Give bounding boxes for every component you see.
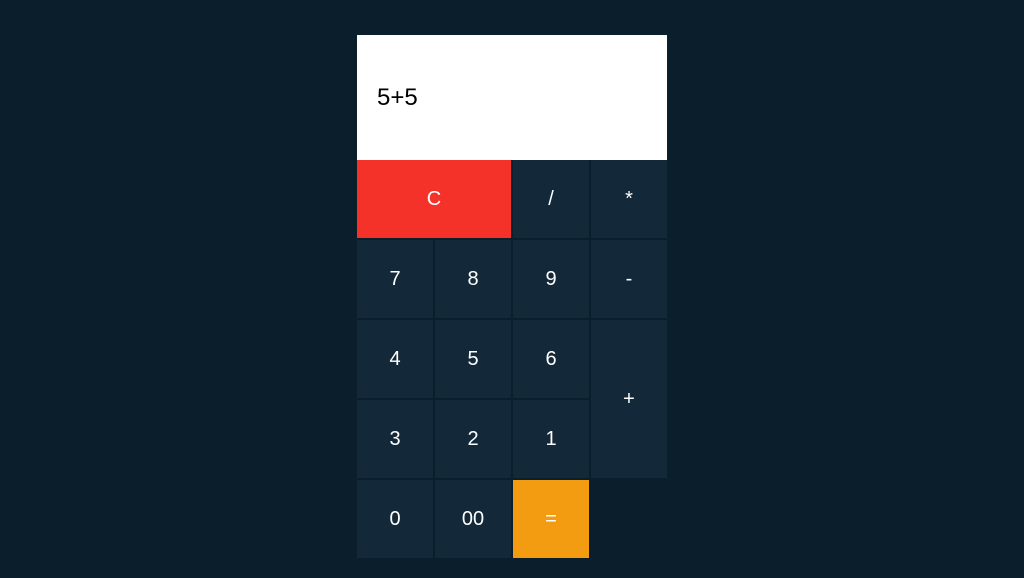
num-4-button[interactable]: 4 xyxy=(357,320,433,398)
num-6-button[interactable]: 6 xyxy=(513,320,589,398)
display-value: 5+5 xyxy=(377,84,418,112)
calculator-display: 5+5 xyxy=(357,35,667,160)
num-1-button[interactable]: 1 xyxy=(513,400,589,478)
num-8-button[interactable]: 8 xyxy=(435,240,511,318)
num-3-button[interactable]: 3 xyxy=(357,400,433,478)
keypad: C / * 7 8 9 - 4 5 6 + 3 2 1 0 00 = xyxy=(357,160,667,558)
num-5-button[interactable]: 5 xyxy=(435,320,511,398)
plus-button[interactable]: + xyxy=(591,320,667,478)
divide-button[interactable]: / xyxy=(513,160,589,238)
equals-button[interactable]: = xyxy=(513,480,589,558)
num-7-button[interactable]: 7 xyxy=(357,240,433,318)
multiply-button[interactable]: * xyxy=(591,160,667,238)
clear-button[interactable]: C xyxy=(357,160,511,238)
num-2-button[interactable]: 2 xyxy=(435,400,511,478)
minus-button[interactable]: - xyxy=(591,240,667,318)
calculator: 5+5 C / * 7 8 9 - 4 5 6 + 3 2 1 0 00 = xyxy=(357,35,667,558)
num-9-button[interactable]: 9 xyxy=(513,240,589,318)
num-00-button[interactable]: 00 xyxy=(435,480,511,558)
num-0-button[interactable]: 0 xyxy=(357,480,433,558)
